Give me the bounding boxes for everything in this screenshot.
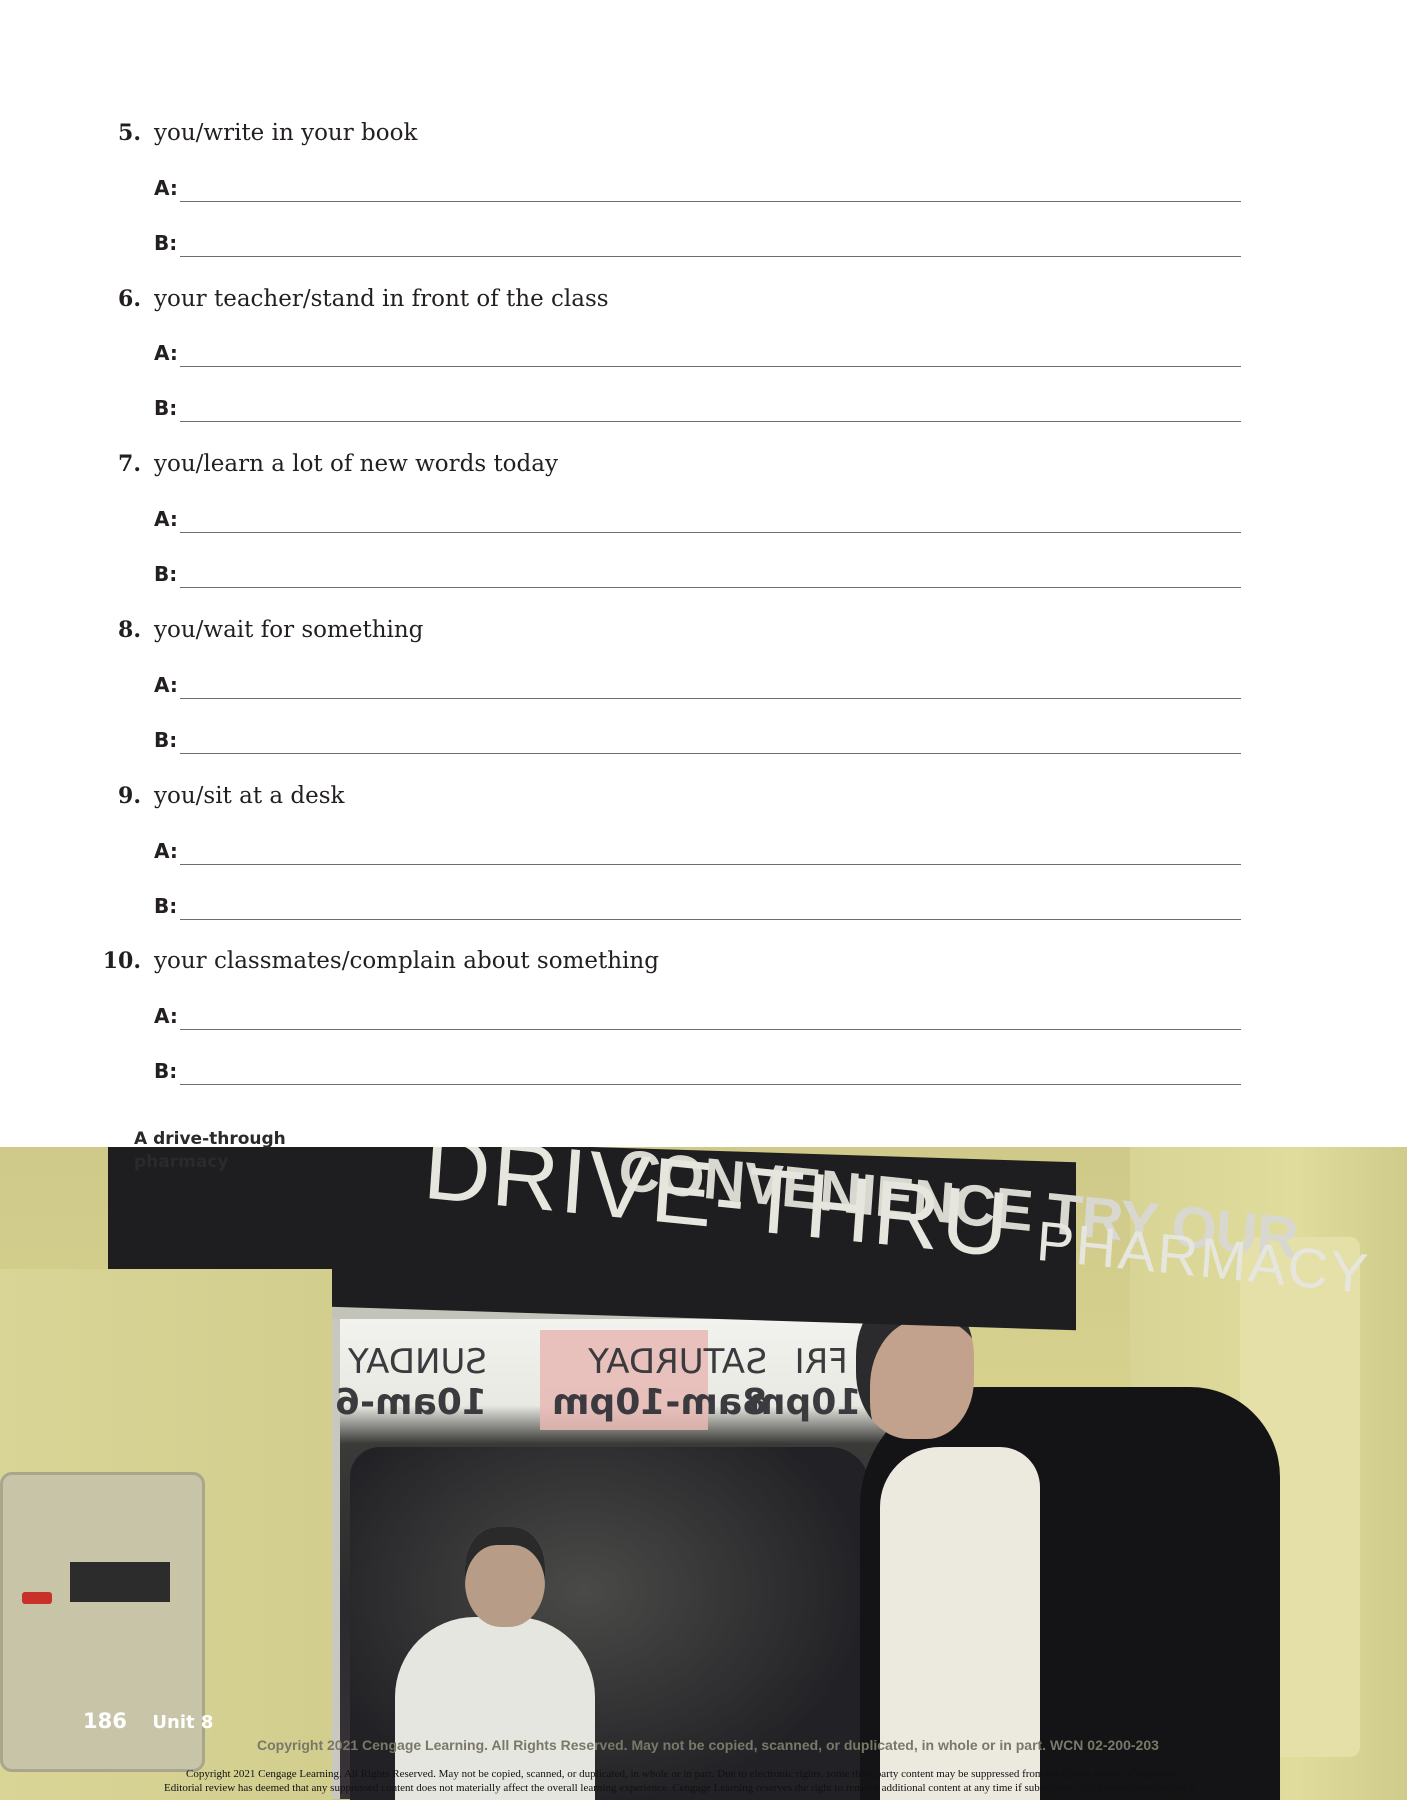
copyright-line-1: Copyright 2021 Cengage Learning. All Rig… bbox=[186, 1768, 1179, 1780]
answer-line[interactable] bbox=[180, 256, 1241, 257]
phone-red-button bbox=[22, 1592, 52, 1604]
sign-drive-thru: DRIVE-THRU bbox=[420, 1147, 1014, 1277]
answer-row-a[interactable]: A: bbox=[154, 837, 1241, 865]
answer-row-b[interactable]: B: bbox=[154, 726, 1241, 754]
answer-label: A: bbox=[154, 341, 178, 365]
answer-row-b[interactable]: B: bbox=[154, 1057, 1241, 1085]
hours-saturday: SATURDAY 8am-10pm bbox=[552, 1342, 767, 1423]
answer-label: A: bbox=[154, 673, 178, 697]
answer-row-b[interactable]: B: bbox=[154, 560, 1241, 588]
answer-label: B: bbox=[154, 231, 178, 255]
item-prompt: you/sit at a desk bbox=[154, 783, 345, 809]
item-number: 10. bbox=[102, 948, 141, 974]
item-number: 9. bbox=[118, 783, 141, 809]
item-number: 6. bbox=[118, 286, 141, 312]
answer-line[interactable] bbox=[180, 201, 1241, 202]
pharmacy-photo: SUNDAY 10am-6 SATURDAY 8am-10pm MON - FR… bbox=[0, 1147, 1407, 1800]
answer-line[interactable] bbox=[180, 864, 1241, 865]
answer-row-a[interactable]: A: bbox=[154, 671, 1241, 699]
answer-label: A: bbox=[154, 1004, 178, 1028]
phone-display bbox=[70, 1562, 170, 1602]
answer-label: A: bbox=[154, 839, 178, 863]
answer-line[interactable] bbox=[180, 698, 1241, 699]
item-prompt: your teacher/stand in front of the class bbox=[154, 286, 609, 312]
item-prompt: you/learn a lot of new words today bbox=[154, 451, 558, 477]
answer-label: B: bbox=[154, 728, 178, 752]
answer-label: A: bbox=[154, 507, 178, 531]
answer-label: B: bbox=[154, 396, 178, 420]
item-number: 7. bbox=[118, 451, 141, 477]
answer-line[interactable] bbox=[180, 1084, 1241, 1085]
item-prompt: you/write in your book bbox=[154, 120, 418, 146]
page-footer: 186 Unit 8 bbox=[83, 1709, 213, 1733]
item-prompt: you/wait for something bbox=[154, 617, 424, 643]
copyright-notice: Copyright 2021 Cengage Learning. All Rig… bbox=[257, 1737, 1159, 1753]
copyright-line-2: Editorial review has deemed that any sup… bbox=[164, 1782, 1199, 1794]
answer-line[interactable] bbox=[180, 1029, 1241, 1030]
photo-caption: A drive-through pharmacy bbox=[134, 1129, 286, 1172]
hours-time: 8am-10pm bbox=[552, 1382, 768, 1423]
hours-sunday: SUNDAY 10am-6 bbox=[335, 1342, 487, 1423]
answer-row-a[interactable]: A: bbox=[154, 174, 1241, 202]
answer-line[interactable] bbox=[180, 919, 1241, 920]
item-number: 8. bbox=[118, 617, 141, 643]
answer-label: A: bbox=[154, 176, 178, 200]
hours-time: 10am-6 bbox=[335, 1382, 487, 1423]
answer-line[interactable] bbox=[180, 753, 1241, 754]
answer-row-a[interactable]: A: bbox=[154, 1002, 1241, 1030]
answer-label: B: bbox=[154, 1059, 178, 1083]
answer-label: B: bbox=[154, 562, 178, 586]
answer-line[interactable] bbox=[180, 366, 1241, 367]
answer-line[interactable] bbox=[180, 532, 1241, 533]
answer-row-b[interactable]: B: bbox=[154, 892, 1241, 920]
answer-line[interactable] bbox=[180, 421, 1241, 422]
hours-day: SUNDAY bbox=[348, 1342, 487, 1382]
hours-day: SATURDAY bbox=[588, 1342, 768, 1382]
unit-label: Unit 8 bbox=[152, 1712, 214, 1733]
answer-row-b[interactable]: B: bbox=[154, 229, 1241, 257]
answer-row-a[interactable]: A: bbox=[154, 505, 1241, 533]
answer-line[interactable] bbox=[180, 587, 1241, 588]
item-prompt: your classmates/complain about something bbox=[154, 948, 659, 974]
answer-row-a[interactable]: A: bbox=[154, 339, 1241, 367]
page-number: 186 bbox=[83, 1709, 127, 1733]
item-number: 5. bbox=[118, 120, 141, 146]
sign-pharmacy: PHARMACY bbox=[1034, 1208, 1372, 1306]
photo-driver-head bbox=[465, 1527, 545, 1627]
answer-row-b[interactable]: B: bbox=[154, 394, 1241, 422]
answer-label: B: bbox=[154, 894, 178, 918]
